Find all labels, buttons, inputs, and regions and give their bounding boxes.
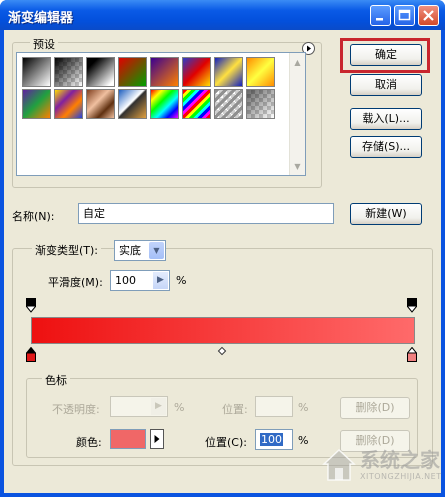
- opacity-arrow-icon[interactable]: ▶: [151, 398, 166, 415]
- location-unit: %: [298, 434, 309, 447]
- opacity-location-unit: %: [298, 401, 309, 414]
- preset-swatch-blue-red-yellow[interactable]: [182, 57, 211, 87]
- window-title: 渐变编辑器: [8, 11, 74, 26]
- maximize-icon: [398, 9, 411, 21]
- opacity-input[interactable]: ▶: [110, 396, 168, 417]
- smoothness-value: 100: [115, 274, 136, 287]
- stops-group-label: 色标: [42, 372, 70, 388]
- house-logo-icon: [322, 448, 356, 481]
- scroll-down-icon[interactable]: ▼: [290, 159, 305, 174]
- color-swatch[interactable]: [110, 429, 146, 449]
- gradient-preview-bar[interactable]: [31, 317, 415, 344]
- preset-swatch-foreground-to-background[interactable]: [22, 57, 51, 87]
- preset-swatch-neutral-density[interactable]: [246, 89, 275, 119]
- dialog-client: 预设 ▲ ▼ 确定 取消 载入(L)... 存储(S)... 名称(N): 自定…: [4, 30, 441, 493]
- smoothness-input[interactable]: 100 ▶: [110, 270, 170, 291]
- opacity-stop-left-icon[interactable]: [26, 298, 36, 313]
- preset-swatch-yellow-violet-orange-blue[interactable]: [54, 89, 83, 119]
- color-label: 颜色:: [76, 436, 102, 449]
- preset-swatch-transparent-stripes[interactable]: [214, 89, 243, 119]
- name-input[interactable]: 自定: [78, 203, 334, 224]
- presets-label: 预设: [30, 36, 58, 52]
- delete-opacity-stop-button[interactable]: 删除(D): [340, 397, 410, 419]
- close-button[interactable]: [418, 5, 439, 26]
- opacity-location-label: 位置:: [222, 403, 248, 416]
- watermark: 系统之家 XITONGZHIJIA.NET: [320, 440, 442, 492]
- color-stop-left-icon[interactable]: [26, 347, 36, 362]
- gradient-type-value: 实底: [119, 244, 141, 257]
- cancel-button[interactable]: 取消: [350, 74, 422, 96]
- smoothness-unit: %: [176, 274, 187, 287]
- minimize-button[interactable]: [370, 5, 391, 26]
- opacity-location-input[interactable]: [255, 396, 293, 417]
- gradient-type-label: 渐变类型(T):: [32, 242, 102, 258]
- preset-swatch-orange-yellow-orange[interactable]: [246, 57, 275, 87]
- ok-button[interactable]: 确定: [350, 44, 422, 66]
- play-icon: [154, 435, 160, 443]
- preset-swatch-violet-green-orange[interactable]: [22, 89, 51, 119]
- maximize-button[interactable]: [394, 5, 415, 26]
- preset-swatch-copper[interactable]: [86, 89, 115, 119]
- preset-swatch-chrome[interactable]: [118, 89, 147, 119]
- watermark-text: 系统之家: [360, 448, 440, 472]
- chevron-down-icon[interactable]: ▼: [149, 242, 164, 259]
- close-icon: [423, 10, 434, 21]
- color-stop-right-icon[interactable]: [407, 347, 417, 362]
- save-button[interactable]: 存储(S)...: [350, 136, 422, 158]
- smoothness-arrow-icon[interactable]: ▶: [153, 272, 168, 289]
- preset-swatch-violet-orange[interactable]: [150, 57, 179, 87]
- preset-list[interactable]: ▲ ▼: [16, 52, 306, 176]
- location-value: 100: [260, 433, 283, 446]
- opacity-stop-right-icon[interactable]: [407, 298, 417, 313]
- watermark-url: XITONGZHIJIA.NET: [360, 472, 442, 481]
- preset-swatch-red-green[interactable]: [118, 57, 147, 87]
- preset-swatch-spectrum[interactable]: [150, 89, 179, 119]
- scroll-up-icon[interactable]: ▲: [290, 55, 305, 70]
- preset-scrollbar[interactable]: ▲ ▼: [289, 53, 305, 175]
- load-button[interactable]: 载入(L)...: [350, 108, 422, 130]
- opacity-label: 不透明度:: [52, 403, 100, 416]
- gradient-type-select[interactable]: 实底 ▼: [114, 240, 166, 261]
- name-label: 名称(N):: [12, 210, 55, 223]
- preset-swatch-black-white[interactable]: [86, 57, 115, 87]
- opacity-unit: %: [174, 401, 185, 414]
- smoothness-label: 平滑度(M):: [48, 276, 103, 289]
- location-input[interactable]: 100: [255, 429, 293, 450]
- color-menu-button[interactable]: [150, 429, 164, 449]
- minimize-icon: [376, 18, 383, 21]
- preset-swatch-transparent-rainbow[interactable]: [182, 89, 211, 119]
- gradient-editor-window: 渐变编辑器 预设 ▲ ▼ 确定 取消 载入(L)... 存储(S)... 名称(…: [0, 0, 445, 497]
- preset-swatch-blue-yellow-blue[interactable]: [214, 57, 243, 87]
- location-label: 位置(C):: [205, 436, 247, 449]
- preset-swatch-foreground-to-transparent[interactable]: [54, 57, 83, 87]
- title-bar[interactable]: 渐变编辑器: [0, 0, 445, 30]
- new-button[interactable]: 新建(W): [350, 203, 422, 225]
